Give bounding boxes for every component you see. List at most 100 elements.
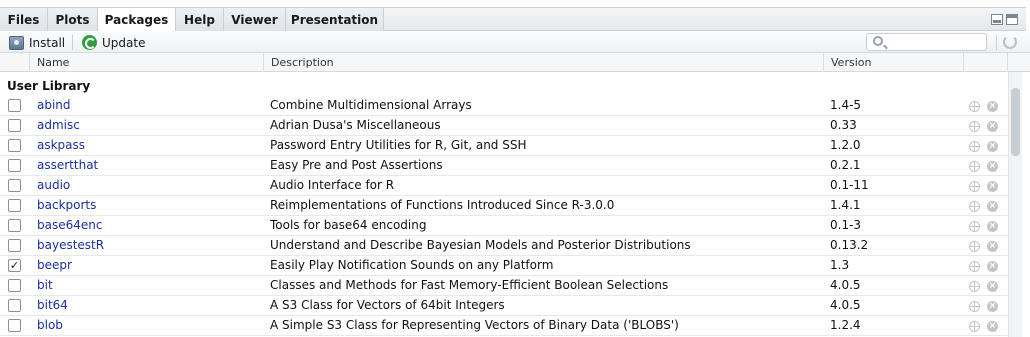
header-description[interactable]: Description <box>264 53 824 72</box>
package-version: 1.4.1 <box>830 198 861 212</box>
globe-icon[interactable] <box>969 141 980 152</box>
globe-icon[interactable] <box>969 101 980 112</box>
package-version: 0.13.2 <box>830 238 869 252</box>
package-version: 4.0.5 <box>830 278 861 292</box>
packages-toolbar: Install Update <box>0 31 1030 53</box>
library-group-header: User Library <box>7 79 91 93</box>
table-row: assertthat Easy Pre and Post Assertions 0.… <box>0 156 1008 176</box>
package-name-link[interactable]: backports <box>37 198 96 212</box>
remove-icon[interactable]: × <box>987 281 998 292</box>
pane-window-controls <box>991 14 1018 25</box>
package-description: Audio Interface for R <box>270 178 395 192</box>
package-description: Understand and Describe Bayesian Models … <box>270 238 691 252</box>
install-label: Install <box>29 35 66 50</box>
package-name-link[interactable]: admisc <box>37 118 80 132</box>
package-name-link[interactable]: askpass <box>37 138 85 152</box>
package-loaded-checkbox[interactable] <box>8 279 21 292</box>
table-row: ✓ beepr Easily Play Notification Sounds on… <box>0 256 1008 276</box>
package-version: 4.0.5 <box>830 298 861 312</box>
refresh-icon[interactable] <box>1003 35 1017 49</box>
remove-icon[interactable]: × <box>987 161 998 172</box>
remove-icon[interactable]: × <box>987 221 998 232</box>
package-version: 1.2.0 <box>830 138 861 152</box>
package-name-link[interactable]: abind <box>37 98 71 112</box>
package-loaded-checkbox[interactable] <box>8 219 21 232</box>
tab-help[interactable]: Help <box>176 7 224 31</box>
remove-icon[interactable]: × <box>987 241 998 252</box>
package-description: A S3 Class for Vectors of 64bit Integers <box>270 298 505 312</box>
toolbar-divider <box>72 35 73 50</box>
tab-files[interactable]: Files <box>0 7 48 31</box>
scrollbar-thumb[interactable] <box>1011 88 1020 156</box>
globe-icon[interactable] <box>969 121 980 132</box>
package-loaded-checkbox[interactable] <box>8 99 21 112</box>
tab-presentation[interactable]: Presentation <box>286 7 384 31</box>
package-name-link[interactable]: audio <box>37 178 70 192</box>
search-input[interactable] <box>866 33 987 51</box>
globe-icon[interactable] <box>969 181 980 192</box>
remove-icon[interactable]: × <box>987 301 998 312</box>
package-version: 0.33 <box>830 118 857 132</box>
remove-icon[interactable]: × <box>987 101 998 112</box>
package-version: 1.4-5 <box>830 98 862 112</box>
package-version: 0.1-3 <box>830 218 862 232</box>
globe-icon[interactable] <box>969 221 980 232</box>
update-icon <box>82 35 97 50</box>
package-loaded-checkbox[interactable] <box>8 299 21 312</box>
package-loaded-checkbox[interactable] <box>8 239 21 252</box>
package-loaded-checkbox[interactable] <box>8 119 21 132</box>
package-version: 0.1-11 <box>830 178 869 192</box>
package-loaded-checkbox[interactable] <box>8 319 21 332</box>
globe-icon[interactable] <box>969 301 980 312</box>
table-row: abind Combine Multidimensional Arrays 1.4-… <box>0 96 1008 116</box>
globe-icon[interactable] <box>969 241 980 252</box>
package-name-link[interactable]: assertthat <box>37 158 98 172</box>
package-version: 1.2.4 <box>830 318 861 332</box>
package-loaded-checkbox[interactable] <box>8 199 21 212</box>
package-description: Adrian Dusa's Miscellaneous <box>270 118 441 132</box>
globe-icon[interactable] <box>969 161 980 172</box>
package-loaded-checkbox[interactable]: ✓ <box>8 259 21 272</box>
package-loaded-checkbox[interactable] <box>8 139 21 152</box>
package-loaded-checkbox[interactable] <box>8 159 21 172</box>
package-name-link[interactable]: base64enc <box>37 218 102 232</box>
table-row: askpass Password Entry Utilities for R, G… <box>0 136 1008 156</box>
package-name-link[interactable]: blob <box>37 318 63 332</box>
package-description: Tools for base64 encoding <box>270 218 427 232</box>
package-version: 1.3 <box>830 258 850 272</box>
remove-icon[interactable]: × <box>987 321 998 332</box>
package-loaded-checkbox[interactable] <box>8 179 21 192</box>
pane-tabbar: Files Plots Packages Help Viewer Present… <box>0 0 1030 32</box>
minimize-pane-icon[interactable] <box>991 14 1003 25</box>
install-button[interactable]: Install <box>9 34 65 51</box>
search-icon <box>873 36 883 46</box>
remove-icon[interactable]: × <box>987 201 998 212</box>
package-description: Classes and Methods for Fast Memory-Effi… <box>270 278 669 292</box>
globe-icon[interactable] <box>969 261 980 272</box>
remove-icon[interactable]: × <box>987 181 998 192</box>
remove-icon[interactable]: × <box>987 261 998 272</box>
table-header: Name Description Version <box>0 53 1030 72</box>
globe-icon[interactable] <box>969 201 980 212</box>
maximize-pane-icon[interactable] <box>1006 14 1018 25</box>
tab-viewer[interactable]: Viewer <box>224 7 286 31</box>
globe-icon[interactable] <box>969 281 980 292</box>
tab-plots[interactable]: Plots <box>48 7 98 31</box>
table-row: backports Reimplementations of Functions … <box>0 196 1008 216</box>
header-name[interactable]: Name <box>30 53 264 72</box>
package-name-link[interactable]: bit <box>37 278 53 292</box>
table-row: admisc Adrian Dusa's Miscellaneous 0.33 × <box>0 116 1008 136</box>
header-version[interactable]: Version <box>824 53 964 72</box>
package-name-link[interactable]: bit64 <box>37 298 68 312</box>
tab-packages[interactable]: Packages <box>98 7 176 32</box>
package-name-link[interactable]: beepr <box>37 258 72 272</box>
remove-icon[interactable]: × <box>987 121 998 132</box>
remove-icon[interactable]: × <box>987 141 998 152</box>
update-button[interactable]: Update <box>82 34 145 51</box>
package-description: A Simple S3 Class for Representing Vecto… <box>270 318 679 332</box>
package-description: Reimplementations of Functions Introduce… <box>270 198 615 212</box>
table-row: bayestestR Understand and Describe Bayesi… <box>0 236 1008 256</box>
package-name-link[interactable]: bayestestR <box>37 238 104 252</box>
globe-icon[interactable] <box>969 321 980 332</box>
vertical-scrollbar[interactable] <box>1008 72 1022 337</box>
